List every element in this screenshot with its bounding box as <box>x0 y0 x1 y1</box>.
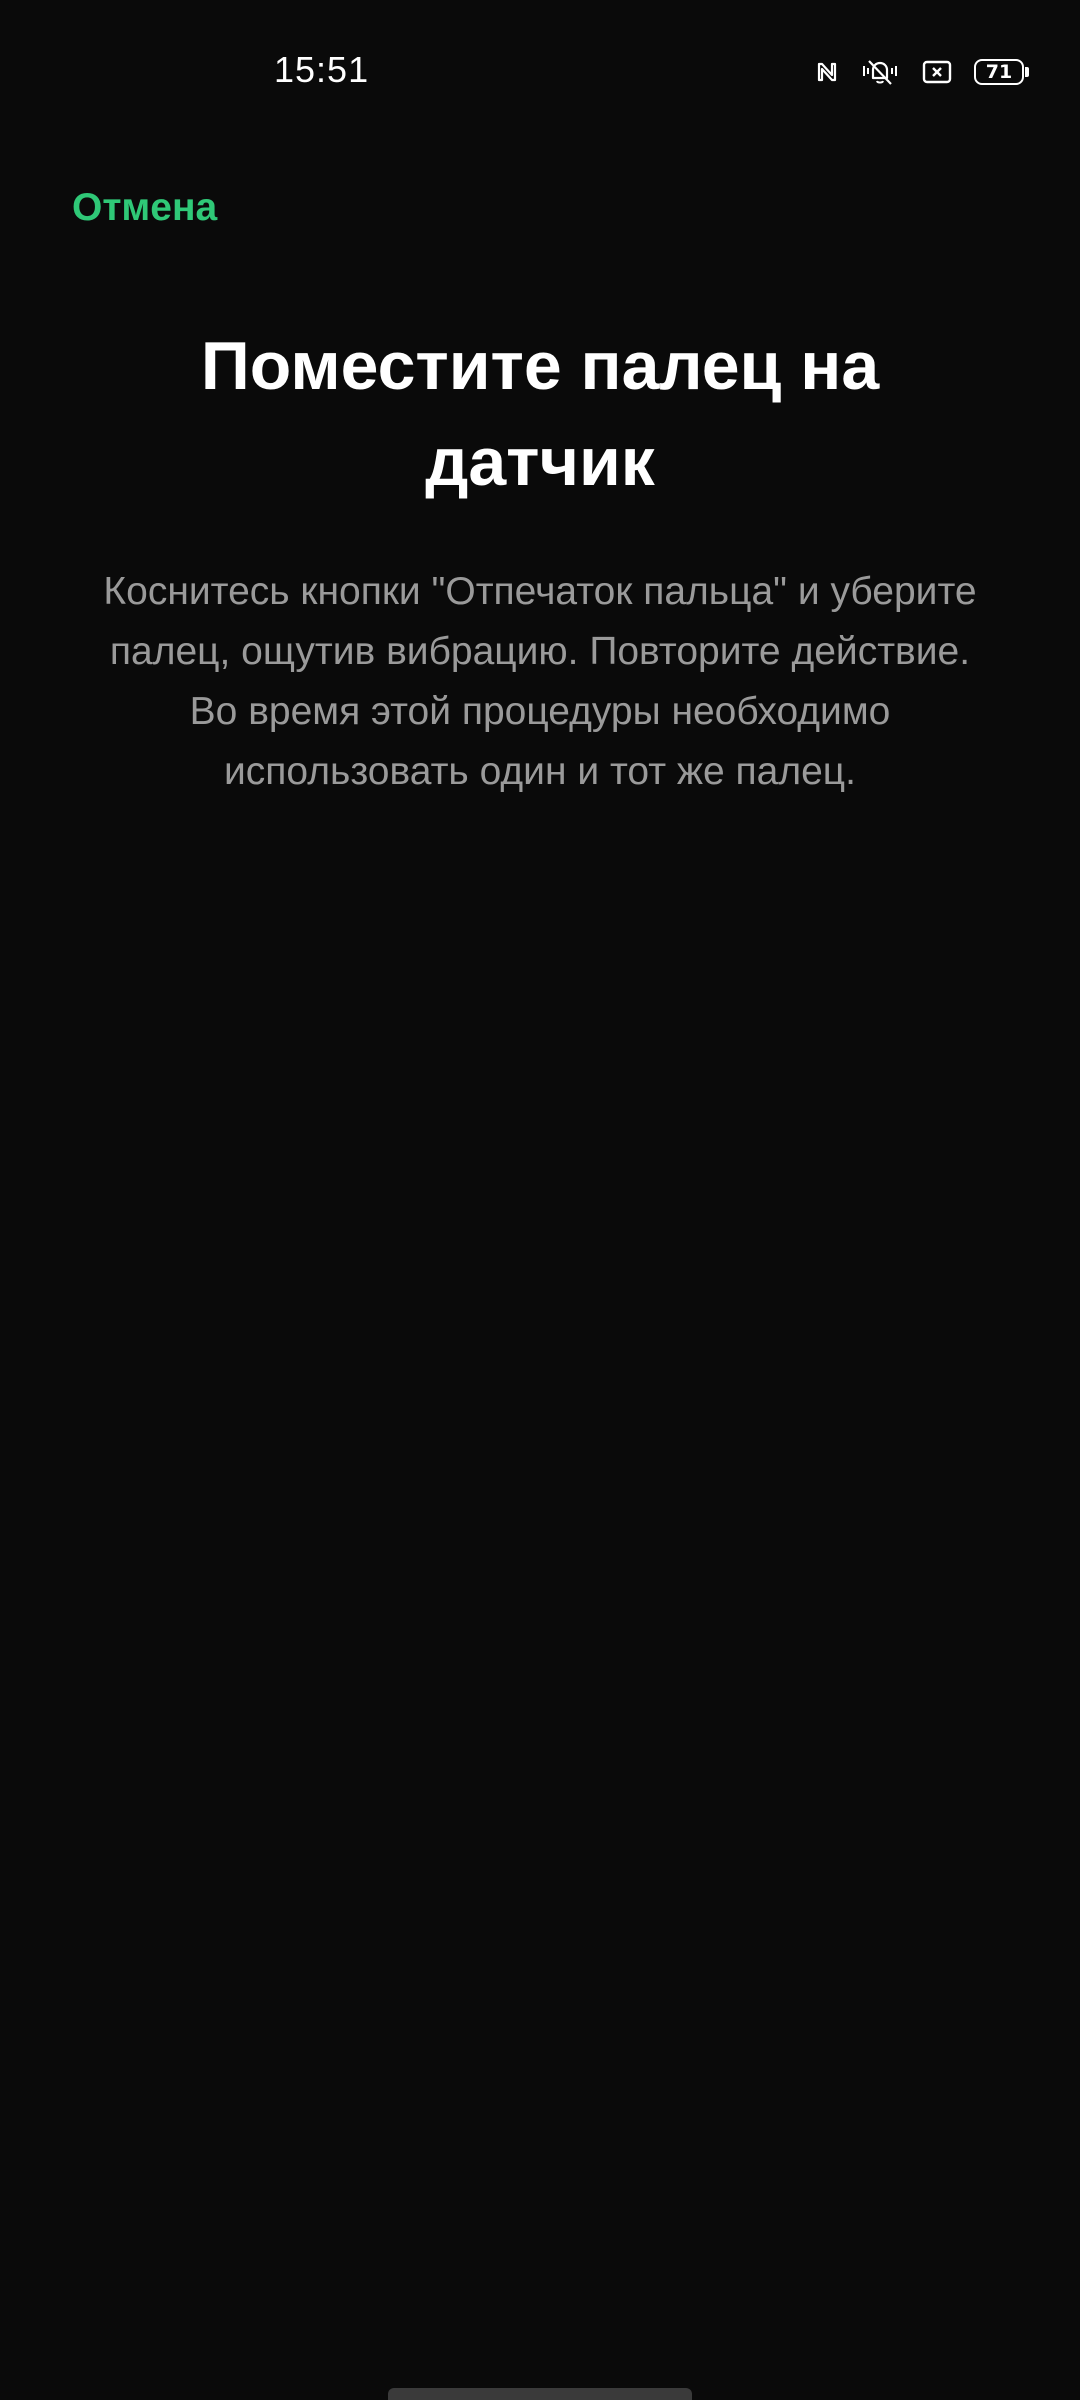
home-indicator[interactable] <box>388 2388 692 2400</box>
page-title: Поместите палец на датчик <box>200 328 880 500</box>
fingerprint-enroll-screen: 15:51 71 Отмена Поместите палец на датчи… <box>0 0 1080 2400</box>
nfc-icon <box>816 59 838 85</box>
instruction-text: Коснитесь кнопки "Отпечаток пальца" и уб… <box>80 562 1000 802</box>
instruction-line-1: Коснитесь кнопки "Отпечаток пальца" и уб… <box>103 570 977 673</box>
status-bar: 15:51 71 <box>0 0 1080 140</box>
battery-level: 71 <box>985 61 1013 83</box>
vibrate-silent-icon <box>860 57 900 87</box>
instruction-line-2: Во время этой процедуры необходимо испол… <box>189 690 891 793</box>
status-time: 15:51 <box>274 49 370 90</box>
cancel-button[interactable]: Отмена <box>72 178 217 238</box>
battery-icon: 71 <box>974 59 1029 85</box>
status-icons: 71 <box>816 52 1029 92</box>
screen-record-icon <box>922 59 952 85</box>
